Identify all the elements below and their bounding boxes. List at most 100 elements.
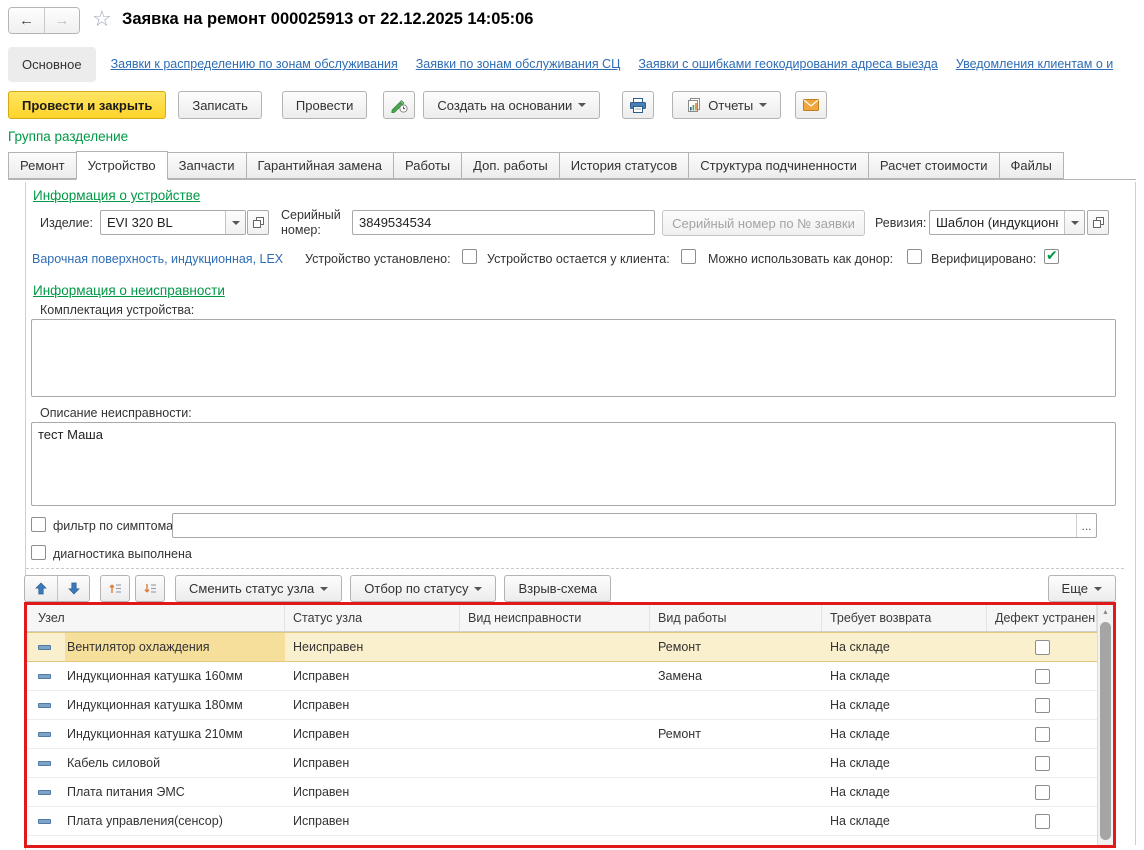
cell-node[interactable]: Вентилятор охлаждения — [27, 633, 285, 661]
defect-fixed-checkbox[interactable] — [1035, 669, 1050, 684]
device-type-link[interactable]: Варочная поверхность, индукционная, LEX — [32, 252, 283, 266]
column-header-4[interactable]: Требует возврата — [822, 605, 987, 631]
table-row[interactable]: Индукционная катушка 210ммИсправен Ремонт… — [27, 720, 1097, 749]
cell-node[interactable]: Плата управления(сенсор) — [27, 807, 285, 835]
send-email-button[interactable] — [795, 91, 827, 119]
set-time-button[interactable] — [383, 91, 415, 119]
column-header-0[interactable]: Узел — [27, 605, 285, 631]
cell-fault[interactable] — [460, 633, 650, 661]
column-header-1[interactable]: Статус узла — [285, 605, 460, 631]
cell-defect-fixed[interactable] — [987, 691, 1097, 719]
table-row[interactable]: Вентилятор охлажденияНеисправен РемонтНа … — [27, 632, 1097, 662]
cell-fault[interactable] — [460, 778, 650, 806]
cell-status[interactable]: Исправен — [285, 807, 460, 835]
cell-returns[interactable]: На складе — [822, 691, 987, 719]
cell-defect-fixed[interactable] — [987, 633, 1097, 661]
device-flag-checkbox-3[interactable] — [1044, 249, 1059, 264]
cell-status[interactable]: Исправен — [285, 662, 460, 690]
description-textarea[interactable]: тест Маша — [31, 422, 1116, 506]
product-dropdown-button[interactable] — [225, 211, 245, 234]
nav-link-3[interactable]: Уведомления клиентам о и — [956, 57, 1113, 71]
tab-1[interactable]: Устройство — [76, 151, 168, 180]
cell-returns[interactable]: На складе — [822, 662, 987, 690]
cell-returns[interactable]: На складе — [822, 633, 987, 661]
tab-8[interactable]: Расчет стоимости — [868, 152, 1000, 179]
cell-work[interactable] — [650, 778, 822, 806]
cell-node[interactable]: Плата питания ЭМС — [27, 778, 285, 806]
equipment-textarea[interactable] — [31, 319, 1116, 397]
cell-status[interactable]: Исправен — [285, 749, 460, 777]
cell-defect-fixed[interactable] — [987, 778, 1097, 806]
revision-open-button[interactable] — [1087, 210, 1109, 235]
column-header-3[interactable]: Вид работы — [650, 605, 822, 631]
sort-descending-button[interactable] — [135, 575, 165, 602]
cell-work[interactable]: Ремонт — [650, 633, 822, 661]
defect-fixed-checkbox[interactable] — [1035, 698, 1050, 713]
defect-fixed-checkbox[interactable] — [1035, 727, 1050, 742]
diagnostics-checkbox[interactable] — [31, 545, 46, 560]
tab-3[interactable]: Гарантийная замена — [246, 152, 394, 179]
save-button[interactable]: Записать — [178, 91, 262, 119]
cell-defect-fixed[interactable] — [987, 662, 1097, 690]
cell-node[interactable]: Индукционная катушка 180мм — [27, 691, 285, 719]
symptom-filter-checkbox[interactable] — [31, 517, 46, 532]
defect-fixed-checkbox[interactable] — [1035, 814, 1050, 829]
revision-input[interactable] — [930, 211, 1064, 234]
cell-work[interactable]: Замена — [650, 662, 822, 690]
cell-status[interactable]: Исправен — [285, 691, 460, 719]
tab-6[interactable]: История статусов — [559, 152, 690, 179]
cell-fault[interactable] — [460, 749, 650, 777]
post-button[interactable]: Провести — [282, 91, 368, 119]
device-flag-checkbox-0[interactable] — [462, 249, 477, 264]
cell-status[interactable]: Неисправен — [285, 633, 460, 661]
product-input[interactable] — [101, 211, 225, 234]
forward-button[interactable]: → — [44, 8, 79, 33]
cell-returns[interactable]: На складе — [822, 749, 987, 777]
table-scrollbar[interactable]: ▲ — [1097, 605, 1113, 845]
cell-node[interactable]: Кабель силовой — [27, 749, 285, 777]
cell-returns[interactable]: На складе — [822, 778, 987, 806]
cell-fault[interactable] — [460, 807, 650, 835]
device-section-title[interactable]: Информация о устройстве — [33, 188, 200, 203]
move-down-button[interactable] — [57, 576, 89, 601]
cell-work[interactable]: Ремонт — [650, 720, 822, 748]
cell-work[interactable] — [650, 807, 822, 835]
more-button[interactable]: Еще — [1048, 575, 1116, 602]
move-up-button[interactable] — [25, 576, 57, 601]
reports-button[interactable]: Отчеты — [672, 91, 781, 119]
post-and-close-button[interactable]: Провести и закрыть — [8, 91, 166, 119]
tab-7[interactable]: Структура подчиненности — [688, 152, 869, 179]
cell-fault[interactable] — [460, 691, 650, 719]
nav-link-1[interactable]: Заявки по зонам обслуживания СЦ — [416, 57, 621, 71]
tab-4[interactable]: Работы — [393, 152, 462, 179]
nav-link-2[interactable]: Заявки с ошибками геокодирования адреса … — [638, 57, 938, 71]
table-row[interactable]: Индукционная катушка 180ммИсправен На скл… — [27, 691, 1097, 720]
table-row[interactable]: Индукционная катушка 160ммИсправен Замена… — [27, 662, 1097, 691]
print-button[interactable] — [622, 91, 654, 119]
sort-ascending-button[interactable] — [100, 575, 130, 602]
defect-fixed-checkbox[interactable] — [1035, 756, 1050, 771]
column-header-2[interactable]: Вид неисправности — [460, 605, 650, 631]
tab-5[interactable]: Доп. работы — [461, 152, 560, 179]
column-header-5[interactable]: Дефект устранен — [987, 605, 1097, 631]
cell-defect-fixed[interactable] — [987, 807, 1097, 835]
change-node-status-button[interactable]: Сменить статус узла — [175, 575, 342, 602]
table-row[interactable]: Плата управления(сенсор)ИсправенНа склад… — [27, 807, 1097, 836]
symptom-filter-field[interactable]: ... — [172, 513, 1097, 538]
revision-combobox[interactable] — [929, 210, 1085, 235]
serial-number-field[interactable] — [352, 210, 655, 235]
back-button[interactable]: ← — [9, 8, 44, 33]
cell-defect-fixed[interactable] — [987, 720, 1097, 748]
cell-status[interactable]: Исправен — [285, 720, 460, 748]
cell-work[interactable] — [650, 749, 822, 777]
nav-link-0[interactable]: Заявки к распределению по зонам обслужив… — [111, 57, 398, 71]
serial-number-input[interactable] — [353, 211, 654, 234]
scrollbar-thumb[interactable] — [1100, 622, 1111, 840]
create-based-on-button[interactable]: Создать на основании — [423, 91, 600, 119]
cell-node[interactable]: Индукционная катушка 160мм — [27, 662, 285, 690]
defect-fixed-checkbox[interactable] — [1035, 785, 1050, 800]
product-open-button[interactable] — [247, 210, 269, 235]
cell-fault[interactable] — [460, 662, 650, 690]
cell-node[interactable]: Индукционная катушка 210мм — [27, 720, 285, 748]
cell-status[interactable]: Исправен — [285, 778, 460, 806]
